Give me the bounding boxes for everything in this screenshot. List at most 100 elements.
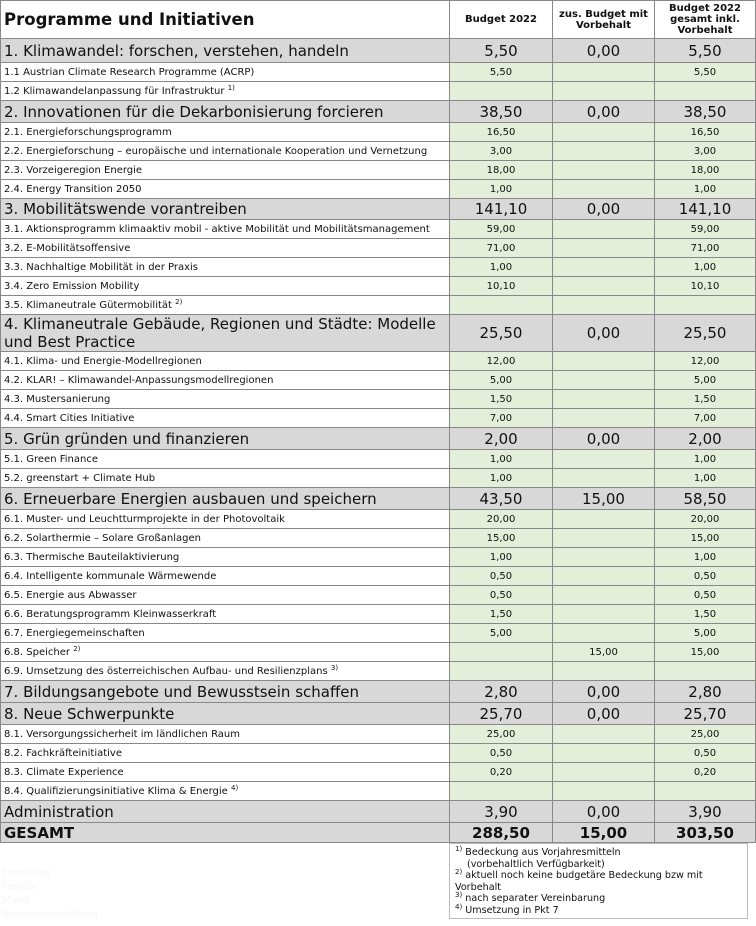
- cell-total: 25,00: [654, 724, 756, 744]
- cell-extra: [552, 509, 655, 529]
- cell-total: 15,00: [654, 642, 756, 662]
- table-row: 8.3. Climate Experience 0,20 0,20: [0, 762, 756, 782]
- cell-budget: 18,00: [449, 160, 553, 180]
- cell-extra: [552, 295, 655, 315]
- table-row: 6.2. Solarthermie – Solare Großanlagen 15…: [0, 528, 756, 548]
- cell-budget: 25,50: [449, 314, 553, 352]
- row-label: 4.2. KLAR! – Klimawandel-Anpassungsmodel…: [0, 370, 450, 390]
- row-label: 2.1. Energieforschungsprogramm: [0, 122, 450, 142]
- cell-budget: 43,50: [449, 487, 553, 510]
- row-label: 3.5. Klimaneutrale Gütermobilität 2): [0, 295, 450, 315]
- row-label: 6.8. Speicher 2): [0, 642, 450, 662]
- footnote: (vorbehaltlich Verfügbarkeit): [467, 858, 605, 870]
- cell-extra: [552, 276, 655, 296]
- cell-extra: 0,00: [552, 38, 655, 63]
- cell-extra: [552, 449, 655, 469]
- faint-legend: Forschung Verkehr Markt Bewusstseinsbildung: [2, 866, 98, 922]
- table-row: 6.4. Intelligente kommunale Wärmewende 0,…: [0, 566, 756, 586]
- section-row: 7. Bildungsangebote und Bewusstsein scha…: [0, 680, 756, 703]
- cell-extra: 15,00: [552, 487, 655, 510]
- cell-extra: [552, 179, 655, 199]
- cell-budget: 16,50: [449, 122, 553, 142]
- row-label: 5.2. greenstart + Climate Hub: [0, 468, 450, 488]
- row-label: 1. Klimawandel: forschen, verstehen, han…: [0, 38, 450, 63]
- legend-item: Bewusstseinsbildung: [2, 910, 99, 920]
- row-label: 7. Bildungsangebote und Bewusstsein scha…: [0, 680, 450, 703]
- cell-budget: 59,00: [449, 219, 553, 239]
- row-label: 5. Grün gründen und finanzieren: [0, 427, 450, 450]
- cell-total: 1,00: [654, 449, 756, 469]
- footnote-ref: 2): [175, 297, 183, 306]
- table-row: 8.1. Versorgungssicherheit im ländlichen…: [0, 724, 756, 744]
- table-row: 1.2 Klimawandelanpassung für Infrastrukt…: [0, 81, 756, 101]
- cell-total: [654, 661, 756, 681]
- legend-item: Forschung: [2, 868, 51, 878]
- cell-budget: 1,00: [449, 449, 553, 469]
- cell-total: 1,00: [654, 468, 756, 488]
- table-row: 6.7. Energiegemeinschaften 5,00 5,00: [0, 623, 756, 643]
- row-label: 6.3. Thermische Bauteilaktivierung: [0, 547, 450, 567]
- row-label: 3. Mobilitätswende vorantreiben: [0, 198, 450, 220]
- cell-budget: 10,10: [449, 276, 553, 296]
- row-label: 3.1. Aktionsprogramm klimaaktiv mobil - …: [0, 219, 450, 239]
- table-row: 2.3. Vorzeigeregion Energie 18,00 18,00: [0, 160, 756, 180]
- cell-budget: 1,00: [449, 547, 553, 567]
- cell-extra: [552, 160, 655, 180]
- cell-budget: 5,00: [449, 623, 553, 643]
- row-label: 6. Erneuerbare Energien ausbauen und spe…: [0, 487, 450, 510]
- footnote-ref: 3): [330, 663, 339, 672]
- cell-budget: 7,00: [449, 408, 553, 428]
- cell-total: 1,50: [654, 604, 756, 624]
- cell-total: 0,20: [654, 762, 756, 782]
- row-label: 8.4. Qualifizierungsinitiative Klima & E…: [0, 781, 450, 801]
- cell-budget: [449, 661, 553, 681]
- table-row: 6.5. Energie aus Abwasser 0,50 0,50: [0, 585, 756, 605]
- cell-extra: [552, 141, 655, 161]
- row-label: 8. Neue Schwerpunkte: [0, 702, 450, 725]
- cell-budget: 3,00: [449, 141, 553, 161]
- row-label: 1.2 Klimawandelanpassung für Infrastrukt…: [0, 81, 450, 101]
- cell-extra: [552, 81, 655, 101]
- cell-total: 59,00: [654, 219, 756, 239]
- row-label: 2.4. Energy Transition 2050: [0, 179, 450, 199]
- row-label: 2. Innovationen für die Dekarbonisierung…: [0, 100, 450, 123]
- cell-total: 18,00: [654, 160, 756, 180]
- cell-total: [654, 81, 756, 101]
- table-row: 2.2. Energieforschung – europäische und …: [0, 141, 756, 161]
- table-row: 6.3. Thermische Bauteilaktivierung 1,00 1,…: [0, 547, 756, 567]
- row-label: 3.3. Nachhaltige Mobilität in der Praxis: [0, 257, 450, 277]
- row-label: 6.6. Beratungsprogramm Kleinwasserkraft: [0, 604, 450, 624]
- section-row: 3. Mobilitätswende vorantreiben 141,10 0,0…: [0, 198, 756, 220]
- cell-extra: [552, 547, 655, 567]
- cell-extra: 0,00: [552, 800, 655, 823]
- cell-total: 0,50: [654, 566, 756, 586]
- cell-total: 5,00: [654, 370, 756, 390]
- cell-budget: 25,70: [449, 702, 553, 725]
- col-header-budget: Budget 2022: [449, 0, 553, 39]
- cell-total: 2,80: [654, 680, 756, 703]
- cell-extra: 15,00: [552, 822, 655, 843]
- cell-budget: 5,50: [449, 38, 553, 63]
- table-row: 5.1. Green Finance 1,00 1,00: [0, 449, 756, 469]
- row-label: 1.1 Austrian Climate Research Programme …: [0, 62, 450, 82]
- cell-total: 25,70: [654, 702, 756, 725]
- row-label: 8.3. Climate Experience: [0, 762, 450, 782]
- cell-total: 71,00: [654, 238, 756, 258]
- cell-total: 1,50: [654, 389, 756, 409]
- section-row: Administration 3,90 0,00 3,90: [0, 800, 756, 823]
- col-header-total: Budget 2022 gesamt inkl. Vorbehalt: [654, 0, 756, 39]
- cell-extra: [552, 743, 655, 763]
- cell-budget: 20,00: [449, 509, 553, 529]
- cell-extra: 0,00: [552, 702, 655, 725]
- cell-budget: 15,00: [449, 528, 553, 548]
- cell-budget: 12,00: [449, 351, 553, 371]
- footnote-ref: 1): [227, 83, 235, 92]
- row-label: 4.1. Klima- und Energie-Modellregionen: [0, 351, 450, 371]
- table-row: 3.2. E-Mobilitätsoffensive 71,00 71,00: [0, 238, 756, 258]
- cell-budget: 38,50: [449, 100, 553, 123]
- cell-extra: [552, 238, 655, 258]
- footnote-ref: 4): [231, 783, 239, 792]
- cell-total: 0,50: [654, 743, 756, 763]
- section-row: 5. Grün gründen und finanzieren 2,00 0,00 2…: [0, 427, 756, 450]
- footnotes-box: 1) Bedeckung aus Vorjahresmitteln (vorbeh…: [449, 843, 748, 919]
